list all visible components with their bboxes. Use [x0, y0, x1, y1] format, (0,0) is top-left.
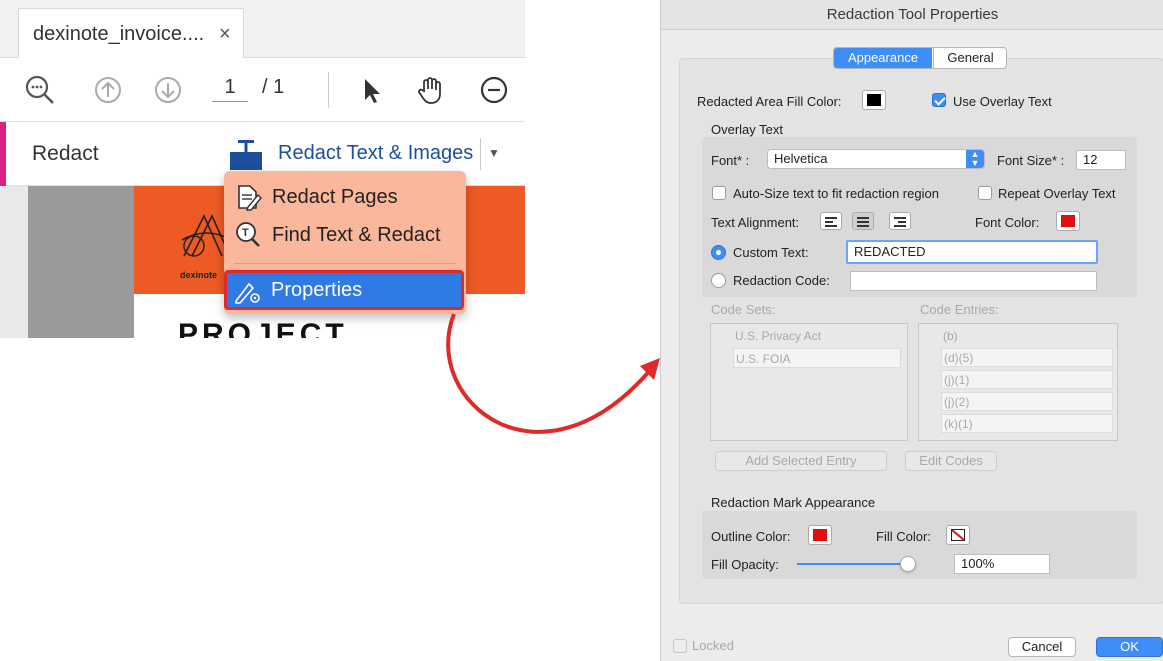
- properties-icon: [235, 282, 260, 304]
- mark-section-title: Redaction Mark Appearance: [711, 495, 876, 510]
- add-selected-entry-button[interactable]: Add Selected Entry: [715, 451, 887, 471]
- repeat-overlay-label: Repeat Overlay Text: [998, 186, 1116, 201]
- font-select-value: Helvetica: [774, 151, 828, 166]
- document-heading: PROJECT: [178, 318, 348, 338]
- align-center-icon[interactable]: [852, 212, 874, 230]
- document-tab[interactable]: dexinote_invoice.... ×: [18, 8, 244, 58]
- redaction-code-input[interactable]: [850, 271, 1097, 291]
- align-left-icon[interactable]: [820, 212, 842, 230]
- no-fill-icon: [951, 529, 965, 541]
- locked-checkbox[interactable]: [673, 639, 687, 653]
- redact-text-images-icon[interactable]: [228, 138, 264, 172]
- menu-item-properties[interactable]: Properties: [224, 270, 464, 310]
- zoom-out-icon[interactable]: [24, 74, 56, 106]
- page-down-icon[interactable]: [152, 74, 184, 106]
- tab-segmented-control: Appearance General: [833, 47, 1007, 69]
- font-size-label: Font Size* :: [997, 153, 1065, 168]
- tab-appearance[interactable]: Appearance: [834, 48, 932, 68]
- svg-text:T: T: [242, 227, 249, 239]
- autosize-checkbox[interactable]: [712, 186, 726, 200]
- opacity-input[interactable]: 100%: [954, 554, 1050, 574]
- autosize-label: Auto-Size text to fit redaction region: [733, 186, 939, 201]
- custom-text-label: Custom Text:: [733, 245, 809, 260]
- acrobat-window-crop: dexinote_invoice.... × 1 / 1 Redact Reda…: [0, 0, 525, 338]
- use-overlay-label: Use Overlay Text: [953, 94, 1052, 109]
- alignment-label: Text Alignment:: [711, 215, 800, 230]
- zoom-minus-icon[interactable]: [478, 74, 510, 106]
- main-toolbar: 1 / 1: [0, 58, 525, 122]
- redact-accent-bar: [0, 122, 6, 186]
- dialog-titlebar: Redaction Tool Properties: [661, 0, 1163, 30]
- menu-item-find-text-redact[interactable]: T Find Text & Redact: [224, 217, 466, 253]
- outline-color-label: Outline Color:: [711, 529, 791, 544]
- use-overlay-checkbox[interactable]: [932, 93, 946, 107]
- menu-divider: [234, 263, 456, 264]
- list-item[interactable]: (b): [941, 327, 1113, 346]
- list-item[interactable]: (d)(5): [941, 348, 1113, 367]
- custom-text-radio[interactable]: [711, 245, 726, 260]
- code-sets-label: Code Sets:: [711, 302, 776, 317]
- list-item[interactable]: (j)(1): [941, 370, 1113, 389]
- fill-opacity-label: Fill Opacity:: [711, 557, 779, 572]
- redaction-code-radio[interactable]: [711, 273, 726, 288]
- overlay-section-title: Overlay Text: [711, 122, 784, 137]
- document-tab-title: dexinote_invoice....: [33, 23, 205, 45]
- fill-color-none-swatch[interactable]: [946, 525, 970, 545]
- redact-pages-icon: [238, 185, 262, 211]
- page-up-icon[interactable]: [92, 74, 124, 106]
- select-stepper-icon: ▲ ▼: [966, 150, 984, 168]
- redact-dropdown-divider: [480, 138, 481, 170]
- font-size-input[interactable]: 12: [1076, 150, 1126, 170]
- menu-item-label: Redact Pages: [272, 186, 398, 208]
- font-select[interactable]: Helvetica ▲ ▼: [767, 149, 985, 169]
- code-sets-list[interactable]: U.S. Privacy Act U.S. FOIA: [710, 323, 908, 441]
- opacity-slider-track[interactable]: [797, 563, 909, 565]
- find-text-icon: T: [236, 222, 260, 247]
- custom-text-input[interactable]: REDACTED: [846, 240, 1098, 264]
- font-label: Font* :: [711, 153, 750, 168]
- redaction-code-label: Redaction Code:: [733, 273, 830, 288]
- page-thumbnail-strip: [28, 186, 134, 338]
- tab-general[interactable]: General: [933, 48, 1006, 68]
- outline-color-swatch[interactable]: [808, 525, 832, 545]
- opacity-slider-knob[interactable]: [900, 556, 916, 572]
- chevron-down-icon[interactable]: ▼: [488, 146, 500, 160]
- ok-button[interactable]: OK: [1096, 637, 1163, 657]
- locked-label: Locked: [692, 638, 734, 653]
- font-color-swatch[interactable]: [1056, 211, 1080, 231]
- align-right-icon[interactable]: [889, 212, 911, 230]
- toolbar-divider: [328, 72, 329, 108]
- close-tab-icon[interactable]: ×: [219, 23, 231, 46]
- list-item[interactable]: U.S. FOIA: [733, 348, 901, 368]
- cancel-button[interactable]: Cancel: [1008, 637, 1076, 657]
- menu-item-redact-pages[interactable]: Redact Pages: [224, 179, 466, 215]
- page-number-input[interactable]: 1: [212, 76, 248, 102]
- logo-text: dexinote: [180, 270, 218, 280]
- code-entries-label: Code Entries:: [920, 302, 999, 317]
- menu-item-label: Find Text & Redact: [272, 224, 441, 246]
- list-item[interactable]: (k)(1): [941, 414, 1113, 433]
- list-item[interactable]: U.S. Privacy Act: [711, 326, 907, 346]
- edit-codes-button[interactable]: Edit Codes: [905, 451, 997, 471]
- font-color-label: Font Color:: [975, 215, 1040, 230]
- repeat-overlay-checkbox[interactable]: [978, 186, 992, 200]
- list-item[interactable]: (j)(2): [941, 392, 1113, 411]
- redact-tool-title: Redact: [32, 142, 99, 165]
- select-cursor-icon[interactable]: [356, 74, 388, 106]
- menu-item-label: Properties: [271, 279, 363, 301]
- hand-tool-icon[interactable]: [414, 74, 446, 106]
- curved-arrow-icon: [446, 313, 660, 434]
- page-total: / 1: [262, 76, 285, 98]
- fill-color2-label: Fill Color:: [876, 529, 931, 544]
- dialog-title: Redaction Tool Properties: [826, 6, 999, 23]
- fill-color-swatch[interactable]: [862, 90, 886, 110]
- redact-text-images-button[interactable]: Redact Text & Images: [278, 142, 473, 165]
- code-entries-list[interactable]: (b) (d)(5) (j)(1) (j)(2) (k)(1): [918, 323, 1118, 441]
- fill-color-label: Redacted Area Fill Color:: [697, 94, 842, 109]
- tab-bar: dexinote_invoice.... ×: [0, 0, 525, 58]
